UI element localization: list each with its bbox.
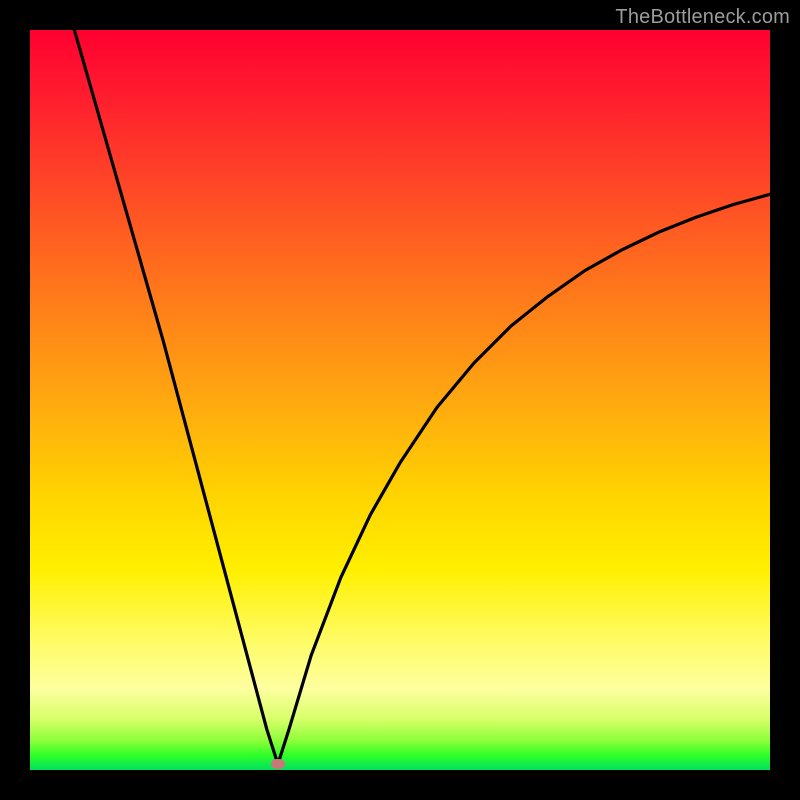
watermark-text: TheBottleneck.com	[615, 6, 790, 29]
curve-layer	[30, 30, 770, 770]
bottleneck-curve	[74, 30, 770, 764]
minimum-marker	[271, 759, 285, 769]
plot-area	[30, 30, 770, 770]
chart-frame: TheBottleneck.com	[0, 0, 800, 800]
